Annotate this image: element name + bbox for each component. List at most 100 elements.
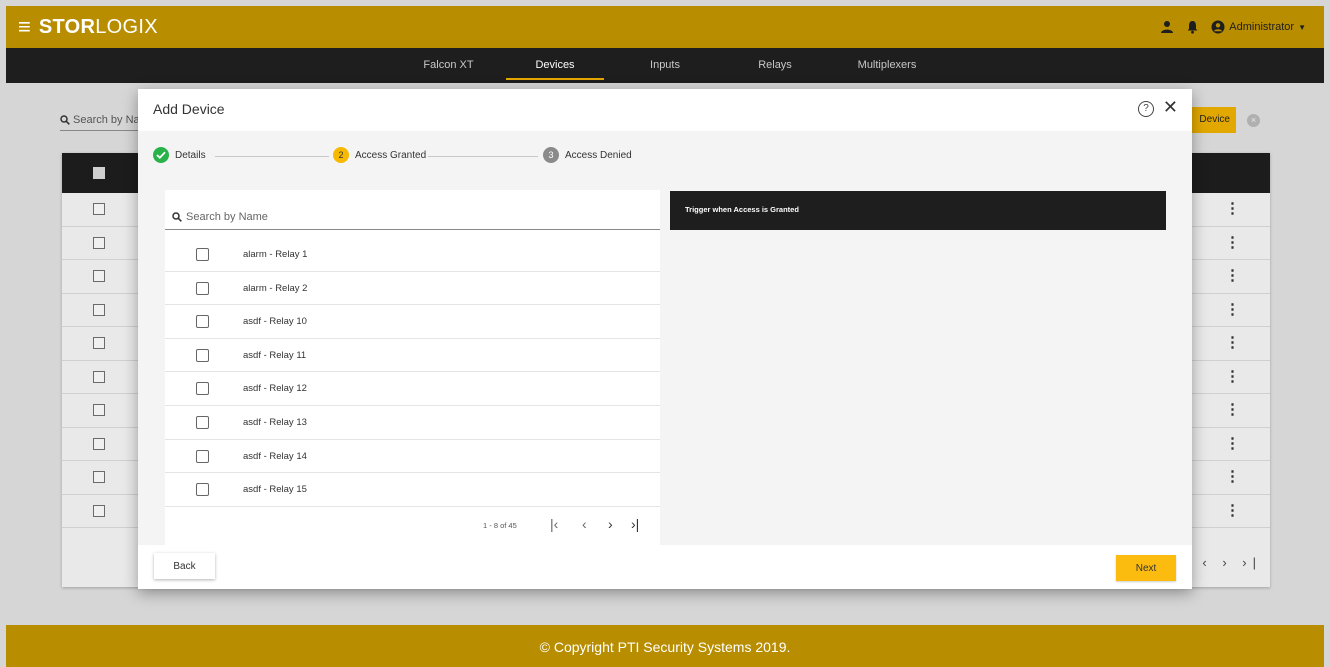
step-label: Access Denied <box>565 149 632 161</box>
close-icon[interactable]: ✕ <box>1163 97 1178 118</box>
list-item[interactable]: alarm - Relay 2 <box>165 271 660 306</box>
kebab-menu-icon[interactable]: ⋮ <box>1225 199 1240 217</box>
row-checkbox[interactable] <box>93 303 105 316</box>
row-checkbox[interactable] <box>93 437 105 450</box>
tab-inputs[interactable]: Inputs <box>616 48 714 83</box>
step-label: Details <box>175 149 206 161</box>
user-name: Administrator <box>1229 21 1295 33</box>
top-app-bar: ≡ STORLOGIX Administrator ▼ <box>6 6 1324 48</box>
kebab-menu-icon[interactable]: ⋮ <box>1225 333 1240 351</box>
tab-multiplexers[interactable]: Multiplexers <box>831 48 943 83</box>
relay-search <box>165 204 660 230</box>
relay-checkbox[interactable] <box>196 248 209 261</box>
relay-label: alarm - Relay 1 <box>243 249 308 260</box>
bell-icon[interactable] <box>1186 20 1199 34</box>
add-device-dialog: Add Device ? ✕ Details 2 Access Granted … <box>138 89 1192 589</box>
list-item[interactable]: asdf - Relay 12 <box>165 372 660 406</box>
clear-search-icon[interactable]: × <box>1247 114 1260 127</box>
relay-checkbox[interactable] <box>196 483 209 497</box>
page-footer: © Copyright PTI Security Systems 2019. <box>6 625 1324 667</box>
kebab-menu-icon[interactable]: ⋮ <box>1225 300 1240 318</box>
step-access-denied[interactable]: 3 Access Denied <box>543 147 632 163</box>
dialog-title: Add Device <box>153 101 225 117</box>
step-access-granted[interactable]: 2 Access Granted <box>333 147 426 163</box>
tab-relays[interactable]: Relays <box>726 48 824 83</box>
relay-search-input[interactable] <box>186 210 626 223</box>
tab-falcon-xt[interactable]: Falcon XT <box>401 48 496 83</box>
tab-devices[interactable]: Devices <box>506 48 604 83</box>
relay-label: asdf - Relay 13 <box>243 416 307 428</box>
next-button[interactable]: Next <box>1116 555 1176 581</box>
last-page-icon[interactable]: ›| <box>1242 555 1262 570</box>
row-checkbox[interactable] <box>93 236 105 249</box>
step-connector <box>428 156 538 157</box>
wizard-stepper: Details 2 Access Granted 3 Access Denied <box>153 147 673 165</box>
relay-label: asdf - Relay 11 <box>243 349 307 361</box>
kebab-menu-icon[interactable]: ⋮ <box>1225 501 1240 519</box>
step-number-badge: 2 <box>333 147 349 163</box>
row-checkbox[interactable] <box>93 471 105 483</box>
first-page-icon[interactable]: |‹ <box>550 516 558 532</box>
row-checkbox[interactable] <box>93 337 105 349</box>
list-item[interactable]: asdf - Relay 11 <box>165 338 660 373</box>
prev-page-icon[interactable]: ‹ <box>582 516 587 532</box>
relay-checkbox[interactable] <box>196 449 209 463</box>
relay-label: alarm - Relay 2 <box>243 282 308 294</box>
page-range: 1 - 8 of 45 <box>483 521 517 530</box>
relay-checkbox[interactable] <box>196 415 209 429</box>
select-all-checkbox[interactable] <box>93 167 105 179</box>
kebab-menu-icon[interactable]: ⋮ <box>1225 434 1240 452</box>
relay-list: alarm - Relay 1 alarm - Relay 2 asdf - R… <box>165 238 660 507</box>
caret-down-icon: ▼ <box>1298 22 1306 32</box>
relay-checkbox[interactable] <box>196 382 209 396</box>
kebab-menu-icon[interactable]: ⋮ <box>1225 400 1240 418</box>
relay-label: asdf - Relay 15 <box>243 484 307 496</box>
relay-label: asdf - Relay 12 <box>243 383 307 395</box>
check-icon <box>153 147 169 163</box>
list-item[interactable]: asdf - Relay 13 <box>165 405 660 440</box>
user-menu[interactable]: Administrator ▼ <box>1211 20 1306 34</box>
step-connector <box>215 156 329 157</box>
list-item[interactable]: asdf - Relay 10 <box>165 305 660 339</box>
relay-selection-panel: alarm - Relay 1 alarm - Relay 2 asdf - R… <box>165 190 660 545</box>
header-actions: Administrator ▼ <box>1160 6 1306 48</box>
step-label: Access Granted <box>355 149 427 161</box>
relay-checkbox[interactable] <box>196 281 209 295</box>
last-page-icon[interactable]: ›| <box>631 516 639 532</box>
list-item[interactable]: asdf - Relay 14 <box>165 439 660 474</box>
row-checkbox[interactable] <box>93 270 105 282</box>
row-checkbox[interactable] <box>93 203 105 215</box>
relay-label: asdf - Relay 14 <box>243 450 307 462</box>
relay-pagination: 1 - 8 of 45 |‹ ‹ › ›| <box>165 510 660 540</box>
step-details[interactable]: Details <box>153 147 206 163</box>
row-checkbox[interactable] <box>93 504 105 517</box>
relay-label: asdf - Relay 10 <box>243 316 307 328</box>
next-page-icon[interactable]: ‹ › <box>1202 555 1232 570</box>
list-item[interactable]: asdf - Relay 15 <box>165 473 660 507</box>
kebab-menu-icon[interactable]: ⋮ <box>1225 233 1240 251</box>
dialog-footer: Back Next <box>138 545 1192 589</box>
kebab-menu-icon[interactable]: ⋮ <box>1225 467 1240 485</box>
search-icon <box>60 114 70 125</box>
relay-checkbox[interactable] <box>196 348 209 362</box>
add-device-button[interactable]: Device <box>1190 107 1236 133</box>
account-circle-icon <box>1211 20 1225 34</box>
bg-search-field[interactable]: Search by Na <box>60 109 150 131</box>
row-checkbox[interactable] <box>93 370 105 383</box>
app-logo[interactable]: STORLOGIX <box>39 16 158 39</box>
trigger-heading: Trigger when Access is Granted <box>670 191 1166 230</box>
bg-search-placeholder: Search by Na <box>73 113 140 126</box>
list-item[interactable]: alarm - Relay 1 <box>165 238 660 272</box>
relay-checkbox[interactable] <box>196 315 209 329</box>
help-icon[interactable]: ? <box>1138 101 1154 117</box>
bg-pagination[interactable]: ‹ › ›| <box>1202 555 1262 570</box>
next-page-icon[interactable]: › <box>608 516 613 532</box>
main-nav: Falcon XT Devices Inputs Relays Multiple… <box>6 48 1324 83</box>
row-checkbox[interactable] <box>93 404 105 416</box>
back-button[interactable]: Back <box>154 553 215 579</box>
menu-icon[interactable]: ≡ <box>18 16 31 38</box>
dialog-header: Add Device ? ✕ <box>138 89 1192 131</box>
kebab-menu-icon[interactable]: ⋮ <box>1225 367 1240 385</box>
person-icon[interactable] <box>1160 20 1174 34</box>
kebab-menu-icon[interactable]: ⋮ <box>1225 266 1240 284</box>
